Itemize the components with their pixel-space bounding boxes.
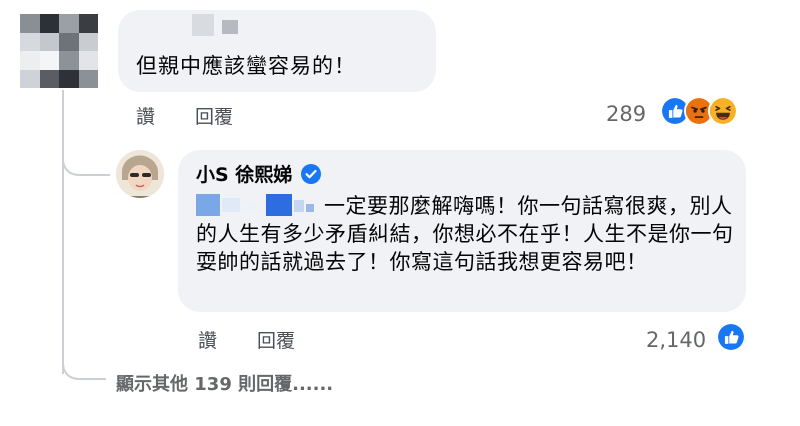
author-name[interactable]: 小S 徐熙娣 [196,160,322,187]
author-name-censored [222,20,238,34]
avatar[interactable] [116,150,164,198]
comment-thread: 但親中應該蠻容易的！ 讚 回覆 289 小S 徐熙娣 一定要那麼解嗨嗎！你一句話… [0,0,800,426]
like-button[interactable]: 讚 [198,326,217,353]
avatar[interactable] [20,14,98,88]
thread-line [62,90,64,374]
like-button[interactable]: 讚 [136,102,155,129]
reaction-icons[interactable] [716,322,746,352]
reaction-count[interactable]: 2,140 [646,328,706,352]
reaction-count[interactable]: 289 [606,102,646,126]
author-name-censored[interactable] [192,14,214,36]
thread-connector [62,148,110,176]
reply-button[interactable]: 回覆 [257,326,295,353]
reply-text: 一定要那麼解嗨嗎！你一句話寫很爽，別人的人生有多少矛盾糾結，你想必不在乎！人生不… [196,194,734,274]
comment-actions: 讚 回覆 [136,102,233,129]
reaction-icons[interactable] [660,96,738,126]
show-more-replies-link[interactable]: 顯示其他 139 則回覆...... [116,370,333,396]
author-name-label: 小S 徐熙娣 [196,164,293,186]
thread-connector [62,352,106,380]
verified-badge-icon [301,163,322,184]
reply-actions: 讚 回覆 [198,326,295,353]
haha-icon [708,96,738,126]
comment-text: 但親中應該蠻容易的！ [136,54,356,78]
like-icon [716,322,746,352]
reply-button[interactable]: 回覆 [195,102,233,129]
